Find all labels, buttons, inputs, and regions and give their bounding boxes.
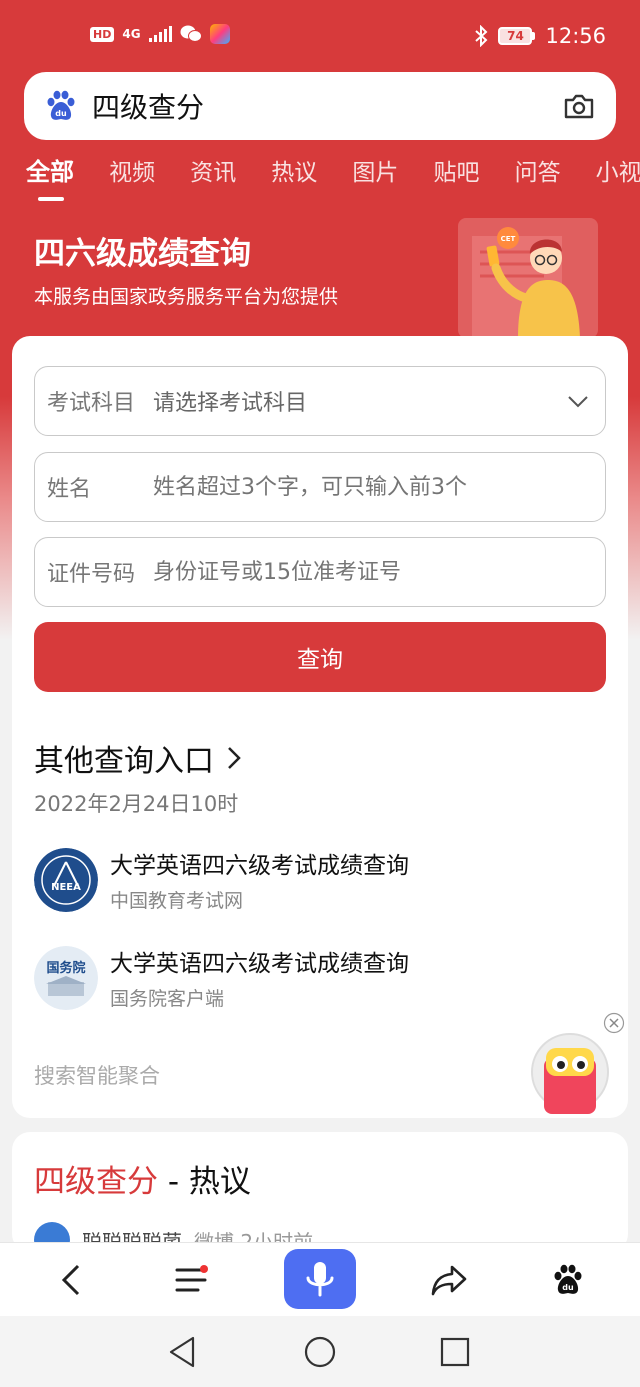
back-arrow-icon	[61, 1264, 80, 1296]
neea-logo-text: NEEA	[51, 882, 81, 893]
other-entries-header[interactable]: 其他查询入口	[34, 736, 242, 780]
hot-discussion-card: 四级查分 - 热议 聪聪聪聪菌 微博 2小时前	[12, 1132, 628, 1252]
tab-qa[interactable]: 问答	[515, 153, 561, 187]
tab-images[interactable]: 图片	[352, 153, 398, 187]
tab-video[interactable]: 视频	[109, 153, 155, 187]
entry-source: 中国教育考试网	[110, 890, 244, 912]
status-bar: HD 4G 74 12:56	[0, 0, 640, 72]
name-field[interactable]: 姓名	[34, 452, 606, 522]
hd-badge: HD	[90, 26, 115, 42]
entry-state-council[interactable]: 国务院 大学英语四六级考试成绩查询 国务院客户端	[34, 938, 594, 1018]
id-label: 证件号码	[47, 562, 136, 587]
entry-source: 国务院客户端	[110, 988, 225, 1010]
tab-discussion[interactable]: 热议	[271, 153, 317, 187]
query-button[interactable]: 查询	[34, 622, 606, 692]
subject-select[interactable]: 考试科目 请选择考试科目	[34, 366, 606, 436]
entry-title[interactable]: 大学英语四六级考试成绩查询	[110, 846, 409, 880]
clock: 12:56	[545, 24, 606, 48]
smart-aggregation-label: 搜索智能聚合	[34, 1064, 160, 1088]
hot-suffix: - 热议	[158, 1164, 251, 1200]
menu-button[interactable]	[166, 1255, 216, 1305]
cet-badge: CET	[501, 235, 516, 243]
mascot-float-icon[interactable]	[530, 1030, 610, 1120]
share-icon	[431, 1265, 467, 1296]
hot-keyword: 四级查分	[34, 1164, 158, 1200]
tab-short-video[interactable]: 小视	[596, 153, 640, 187]
camera-icon[interactable]	[562, 89, 596, 123]
subject-value[interactable]: 请选择考试科目	[153, 385, 565, 417]
subject-label: 考试科目	[47, 391, 136, 416]
other-entries-title: 其他查询入口	[34, 744, 214, 779]
network-type: 4G	[122, 27, 141, 41]
baidu-home-button[interactable]: du	[543, 1255, 593, 1305]
notification-dot	[200, 1265, 208, 1273]
chevron-down-icon[interactable]	[565, 388, 591, 414]
chevron-right-icon	[228, 747, 241, 769]
app-notification-icon	[209, 24, 230, 44]
banner-title: 四六级成绩查询	[34, 236, 251, 272]
tab-news[interactable]: 资讯	[190, 153, 236, 187]
back-button[interactable]	[46, 1255, 96, 1305]
student-illustration: CET	[458, 218, 598, 338]
entry-title[interactable]: 大学英语四六级考试成绩查询	[110, 944, 409, 978]
microphone-icon	[306, 1262, 334, 1297]
baidu-paw-icon: du	[554, 1264, 582, 1294]
battery-level: 74	[498, 27, 533, 45]
bottom-toolbar: du	[0, 1242, 640, 1316]
search-query[interactable]: 四级查分	[92, 86, 562, 126]
id-input[interactable]	[153, 559, 605, 585]
banner-subtitle: 本服务由国家政务服务平台为您提供	[34, 286, 339, 308]
tab-tieba[interactable]: 贴吧	[433, 153, 479, 187]
entry-neea[interactable]: NEEA 大学英语四六级考试成绩查询 中国教育考试网	[34, 840, 594, 920]
share-button[interactable]	[424, 1255, 474, 1305]
nav-home-icon[interactable]	[302, 1334, 338, 1370]
nav-back-icon[interactable]	[165, 1334, 201, 1370]
nav-recents-icon[interactable]	[437, 1334, 473, 1370]
tab-all[interactable]: 全部	[26, 152, 74, 201]
update-date: 2022年2月24日10时	[34, 792, 239, 816]
id-field[interactable]: 证件号码	[34, 537, 606, 607]
search-tabs: 全部 视频 资讯 热议 图片 贴吧 问答 小视	[26, 152, 640, 202]
bluetooth-icon	[475, 25, 488, 47]
wechat-icon	[180, 25, 202, 42]
neea-logo-icon: NEEA	[34, 848, 98, 912]
search-box[interactable]: du 四级查分	[24, 72, 616, 140]
query-form-card: 考试科目 请选择考试科目 姓名 证件号码 查询 其他查询入口 2022年2月24…	[12, 336, 628, 1118]
svg-text:du: du	[562, 1283, 574, 1292]
name-label: 姓名	[47, 477, 92, 502]
state-council-logo-icon: 国务院	[34, 946, 98, 1010]
hot-discussion-title[interactable]: 四级查分 - 热议	[34, 1156, 251, 1201]
signal-icon	[148, 26, 172, 42]
state-council-logo-text: 国务院	[46, 960, 85, 976]
battery-icon: 74	[498, 27, 536, 45]
system-navigation-bar	[0, 1316, 640, 1387]
status-right: 74 12:56	[474, 24, 606, 48]
svg-text:du: du	[55, 109, 67, 118]
baidu-logo-icon: du	[47, 90, 75, 120]
voice-search-button[interactable]	[284, 1249, 356, 1309]
name-input[interactable]	[153, 474, 605, 500]
status-left: HD 4G	[90, 24, 230, 44]
